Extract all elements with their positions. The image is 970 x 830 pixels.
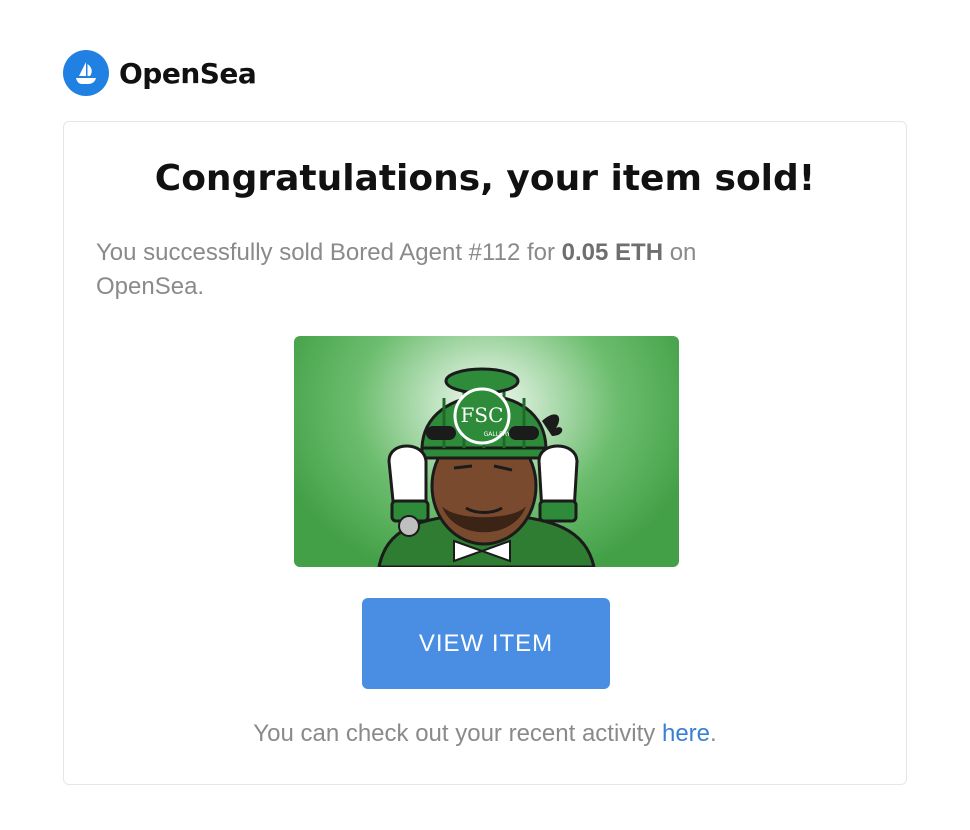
footer-suffix: . <box>710 720 717 747</box>
activity-note: You can check out your recent activity h… <box>64 720 906 748</box>
email-title: Congratulations, your item sold! <box>154 158 816 199</box>
view-item-button[interactable]: VIEW ITEM <box>362 598 610 689</box>
sale-price: 0.05 ETH <box>561 239 664 266</box>
message-prefix: You successfully sold Bored Agent #112 f… <box>96 239 562 266</box>
opensea-logo-icon <box>63 50 109 96</box>
sale-message: You successfully sold Bored Agent #112 f… <box>96 236 796 304</box>
email-card: Congratulations, your item sold! You suc… <box>63 121 907 785</box>
activity-link[interactable]: here <box>662 720 710 747</box>
footer-prefix: You can check out your recent activity <box>253 720 662 747</box>
cap-badge-text: FSC <box>461 403 504 427</box>
brand-name: OpenSea <box>119 56 257 90</box>
cap-badge-subtext: GALLERY <box>484 431 511 438</box>
nft-image[interactable]: FSC GALLERY <box>294 336 679 567</box>
email-header: OpenSea <box>63 50 257 96</box>
